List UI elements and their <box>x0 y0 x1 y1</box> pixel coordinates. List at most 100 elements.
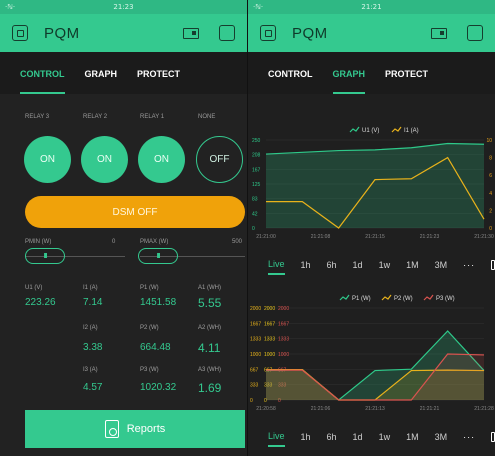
x-tick: 21:21:08 <box>311 234 331 240</box>
dsm-button[interactable]: DSM OFF <box>25 196 245 228</box>
voltage-current-chart: U1 (V) I1 (A)25020816712583420108642021:2… <box>252 126 494 240</box>
period-live[interactable]: Live <box>268 427 285 447</box>
pmin-value: 0 <box>112 239 116 245</box>
tab-graph[interactable]: GRAPH <box>85 52 118 94</box>
u1-value: 223.26 <box>25 297 56 308</box>
p3-label: P3 (W) <box>140 367 159 373</box>
expand-icon[interactable] <box>491 432 495 442</box>
y-left-tick: 42 <box>252 211 258 217</box>
period-selector-bottom: Live 1h 6h 1d 1w 1M 3M ··· <box>248 422 495 452</box>
stop-icon[interactable] <box>219 25 235 41</box>
y-tick: 2000 <box>264 306 275 312</box>
period-1m[interactable]: 1M <box>406 428 419 446</box>
y-right-tick: 0 <box>489 226 492 232</box>
period-1d[interactable]: 1d <box>353 428 363 446</box>
y-tick: 1333 <box>278 337 289 343</box>
a3-label: A3 (WH) <box>198 367 221 373</box>
x-tick: 21:21:21 <box>420 406 440 412</box>
x-tick: 21:21:30 <box>474 234 494 240</box>
stop-icon[interactable] <box>467 25 483 41</box>
period-live[interactable]: Live <box>268 255 285 275</box>
a2-label: A2 (WH) <box>198 325 221 331</box>
y-left-tick: 167 <box>252 167 261 173</box>
legend-label: I1 (A) <box>404 128 419 134</box>
relay2-toggle[interactable]: ON <box>81 136 128 183</box>
y-tick: 0 <box>250 398 253 404</box>
p2-value: 664.48 <box>140 342 171 353</box>
legend-swatch <box>391 126 402 133</box>
y-tick: 2000 <box>278 306 289 312</box>
period-1w[interactable]: 1w <box>379 256 391 274</box>
device-icon[interactable] <box>12 25 28 41</box>
x-tick: 21:21:06 <box>311 406 331 412</box>
period-selector-top: Live 1h 6h 1d 1w 1M 3M ··· <box>248 250 495 280</box>
y-tick: 667 <box>250 367 259 373</box>
period-1w[interactable]: 1w <box>379 428 391 446</box>
p3-value: 1020.32 <box>140 382 177 393</box>
y-right-tick: 6 <box>489 173 492 179</box>
i2-label: I2 (A) <box>83 325 98 331</box>
pmin-slider-handle[interactable]: III <box>25 248 65 264</box>
relay2-label: RELAY 2 <box>83 114 108 120</box>
y-tick: 333 <box>250 383 259 389</box>
p2-label: P2 (W) <box>140 325 159 331</box>
legend-label: P1 (W) <box>352 296 371 302</box>
y-tick: 1667 <box>264 321 275 327</box>
x-tick: 21:21:23 <box>420 234 440 240</box>
relay3-label: RELAY 3 <box>25 114 50 120</box>
period-3m[interactable]: 3M <box>435 256 448 274</box>
tab-protect[interactable]: PROTECT <box>137 52 180 94</box>
i1-value: 7.14 <box>83 297 103 308</box>
y-right-tick: 8 <box>489 156 492 162</box>
y-left-tick: 208 <box>252 153 261 159</box>
tab-graph[interactable]: GRAPH <box>332 52 366 94</box>
period-1m[interactable]: 1M <box>406 256 419 274</box>
legend-swatch <box>381 294 392 301</box>
relay1-toggle[interactable]: ON <box>138 136 185 183</box>
x-tick: 21:21:15 <box>365 234 385 240</box>
reports-label: Reports <box>126 423 166 435</box>
expand-icon[interactable] <box>491 260 495 270</box>
pmax-label: PMAX (W) <box>140 239 169 245</box>
reports-button[interactable]: Reports <box>25 410 245 448</box>
period-1h[interactable]: 1h <box>301 256 311 274</box>
app-header: PQM <box>248 14 495 52</box>
battery-icon[interactable] <box>183 27 199 39</box>
status-bar: ·ℕ· 21:23 <box>0 0 247 14</box>
legend-label: P2 (W) <box>394 296 413 302</box>
status-time: 21:21 <box>361 3 382 11</box>
app-title: PQM <box>292 24 328 42</box>
tab-control[interactable]: CONTROL <box>268 52 313 94</box>
more-icon[interactable]: ··· <box>463 432 475 442</box>
period-1h[interactable]: 1h <box>301 428 311 446</box>
y-right-tick: 10 <box>486 138 492 144</box>
relay3-toggle[interactable]: ON <box>24 136 71 183</box>
relay1-label: RELAY 1 <box>140 114 165 120</box>
period-3m[interactable]: 3M <box>435 428 448 446</box>
pmin-label: PMIN (W) <box>25 239 52 245</box>
pmax-slider-handle[interactable]: III <box>138 248 178 264</box>
a1-label: A1 (WH) <box>198 285 221 291</box>
a1-value: 5.55 <box>198 296 222 310</box>
none-toggle[interactable]: OFF <box>196 136 243 183</box>
y-tick: 1333 <box>250 337 261 343</box>
u1-label: U1 (V) <box>25 285 43 291</box>
app-title: PQM <box>44 24 80 42</box>
tab-bar: CONTROL GRAPH PROTECT <box>0 52 247 94</box>
battery-icon[interactable] <box>431 27 447 39</box>
device-icon[interactable] <box>260 25 276 41</box>
tab-protect[interactable]: PROTECT <box>385 52 428 94</box>
y-left-tick: 0 <box>252 226 255 232</box>
tab-control[interactable]: CONTROL <box>20 52 65 94</box>
y-tick: 1667 <box>250 321 261 327</box>
more-icon[interactable]: ··· <box>463 260 475 270</box>
i3-label: I3 (A) <box>83 367 98 373</box>
period-6h[interactable]: 6h <box>327 256 337 274</box>
period-6h[interactable]: 6h <box>327 428 337 446</box>
status-bar: ·ℕ· 21:21 <box>248 0 495 14</box>
left-screen: ·ℕ· 21:23 PQM CONTROL GRAPH PROTECT RELA… <box>0 0 247 456</box>
x-tick: 21:21:00 <box>256 234 276 240</box>
period-1d[interactable]: 1d <box>353 256 363 274</box>
i3-value: 4.57 <box>83 382 103 393</box>
a3-value: 1.69 <box>198 381 222 395</box>
